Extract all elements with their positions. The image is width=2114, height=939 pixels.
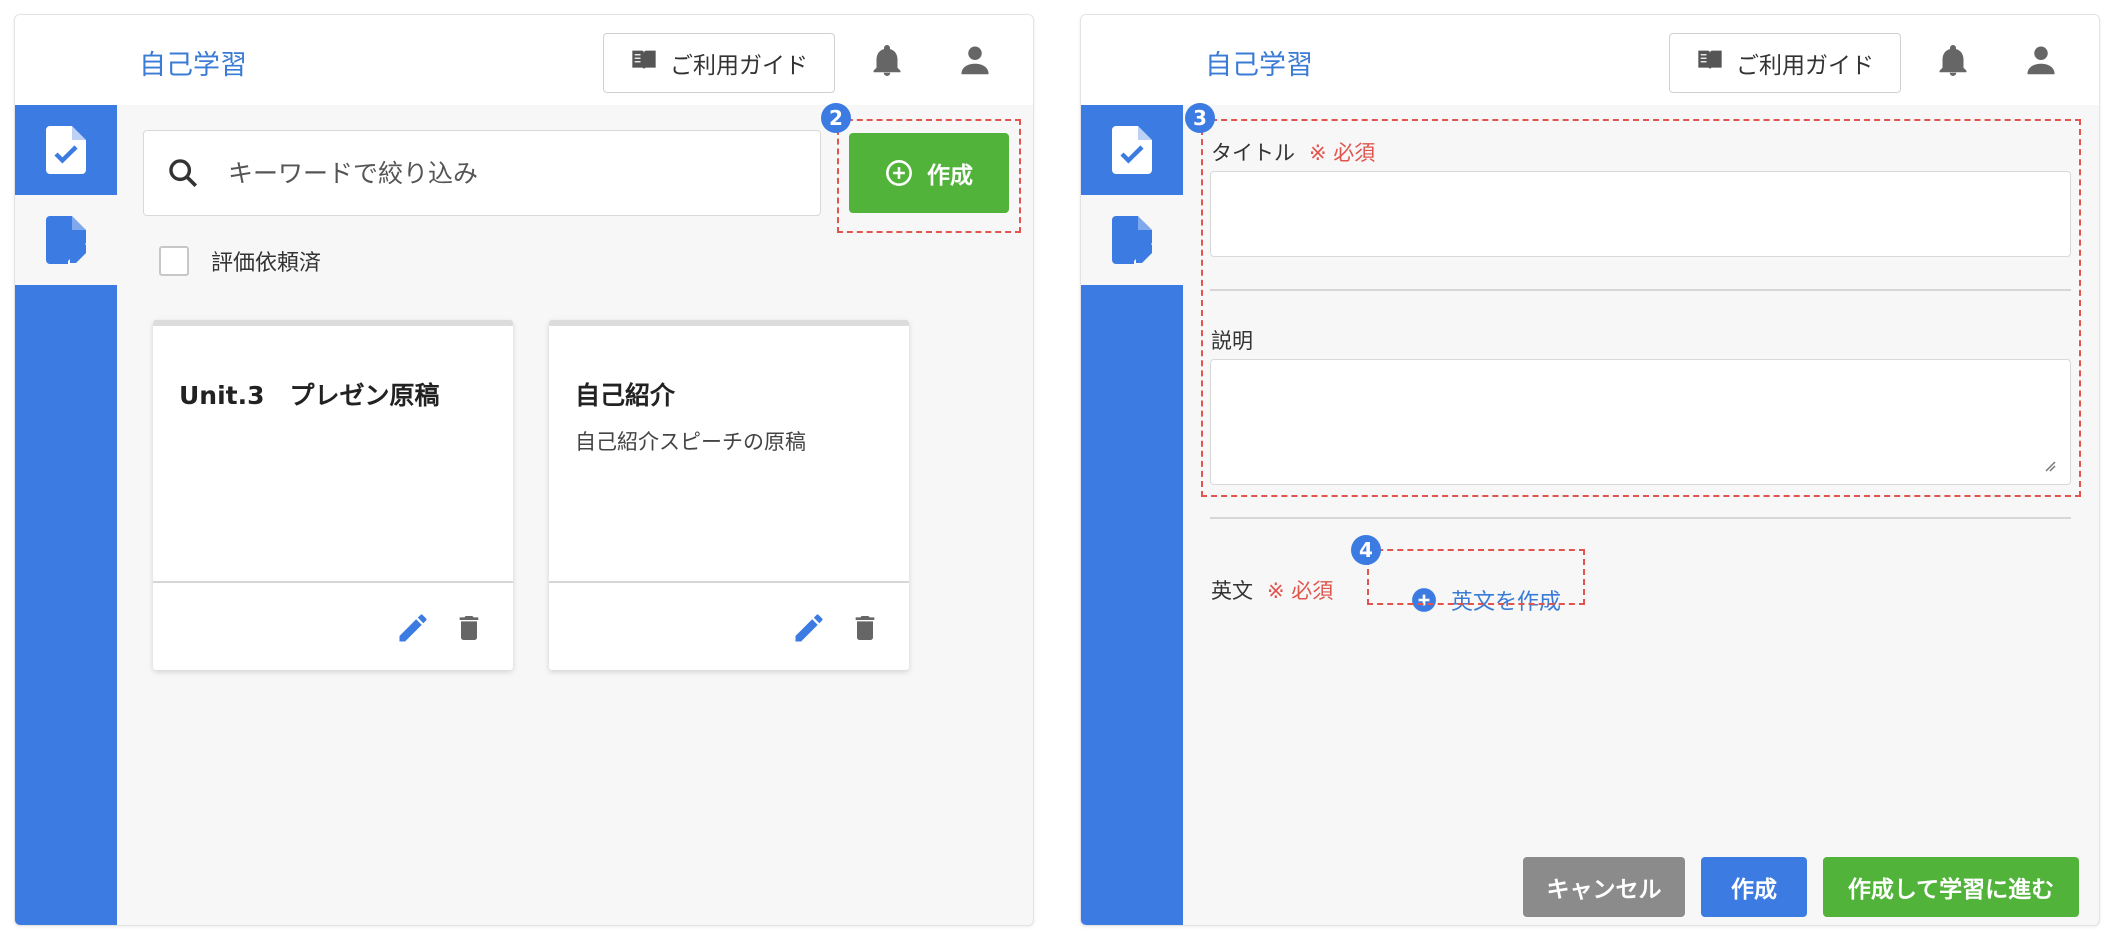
card-title: 自己紹介 [575, 381, 676, 410]
study-card[interactable]: Unit.3 プレゼン原稿 [153, 320, 513, 670]
trash-icon[interactable] [453, 610, 485, 646]
sidebar-item-evaluation[interactable] [1081, 105, 1183, 195]
pencil-icon[interactable] [791, 610, 827, 646]
cancel-button[interactable]: キャンセル [1523, 857, 1685, 917]
book-icon [1696, 46, 1724, 80]
file-check-icon [1112, 126, 1152, 174]
divider [1210, 517, 2071, 519]
english-label-text: 英文 [1211, 579, 1253, 603]
create-and-study-button[interactable]: 作成して学習に進む [1823, 857, 2079, 917]
sidebar [1081, 105, 1183, 925]
sidebar-item-self-study[interactable] [15, 195, 117, 285]
search-box[interactable] [143, 130, 821, 216]
step-badge: 2 [821, 103, 851, 133]
study-card[interactable]: 自己紹介 自己紹介スピーチの原稿 [549, 320, 909, 670]
card-title: Unit.3 プレゼン原稿 [179, 381, 440, 410]
pencil-icon[interactable] [395, 610, 431, 646]
card-description: 自己紹介スピーチの原稿 [575, 430, 806, 454]
list-screen: 自己学習 ご利用ガイド 作成 2 評価依頼済 Unit.3 プレゼン原稿 [14, 14, 1034, 926]
annotation-box-step2 [837, 119, 1021, 233]
divider [549, 581, 909, 583]
book-icon [630, 46, 658, 80]
step-badge: 4 [1351, 535, 1381, 565]
header: 自己学習 ご利用ガイド [1081, 15, 2099, 105]
create-form-screen: 自己学習 ご利用ガイド タイトル ※ 必須 説明 3 英文 ※ 必須 英文を作成… [1080, 14, 2100, 926]
annotation-box-step4 [1367, 549, 1585, 605]
trash-icon[interactable] [849, 610, 881, 646]
sidebar-item-self-study[interactable] [1081, 195, 1183, 285]
evaluated-checkbox[interactable] [159, 246, 189, 276]
file-edit-icon [1112, 216, 1152, 264]
search-input[interactable] [228, 158, 788, 188]
guide-button[interactable]: ご利用ガイド [603, 33, 835, 93]
app-title[interactable]: 自己学習 [1205, 43, 1313, 82]
filter-label: 評価依頼済 [211, 251, 322, 276]
header: 自己学習 ご利用ガイド [15, 15, 1033, 105]
app-title[interactable]: 自己学習 [139, 43, 247, 82]
english-label: 英文 ※ 必須 [1211, 575, 1333, 605]
create-submit-button[interactable]: 作成 [1701, 857, 1807, 917]
required-mark: ※ 必須 [1267, 579, 1334, 603]
bell-icon[interactable] [869, 41, 905, 81]
file-check-icon [46, 126, 86, 174]
sidebar [15, 105, 117, 925]
guide-label: ご利用ガイド [670, 53, 808, 79]
step-badge: 3 [1185, 103, 1215, 133]
user-icon[interactable] [957, 41, 993, 79]
search-icon [169, 159, 198, 188]
filter-evaluated[interactable]: 評価依頼済 [159, 245, 321, 277]
user-icon[interactable] [2023, 41, 2059, 79]
bell-icon[interactable] [1935, 41, 1971, 81]
file-edit-icon [46, 216, 86, 264]
guide-label: ご利用ガイド [1736, 53, 1874, 79]
guide-button[interactable]: ご利用ガイド [1669, 33, 1901, 93]
annotation-box-step3 [1201, 119, 2081, 497]
sidebar-item-evaluation[interactable] [15, 105, 117, 195]
divider [153, 581, 513, 583]
